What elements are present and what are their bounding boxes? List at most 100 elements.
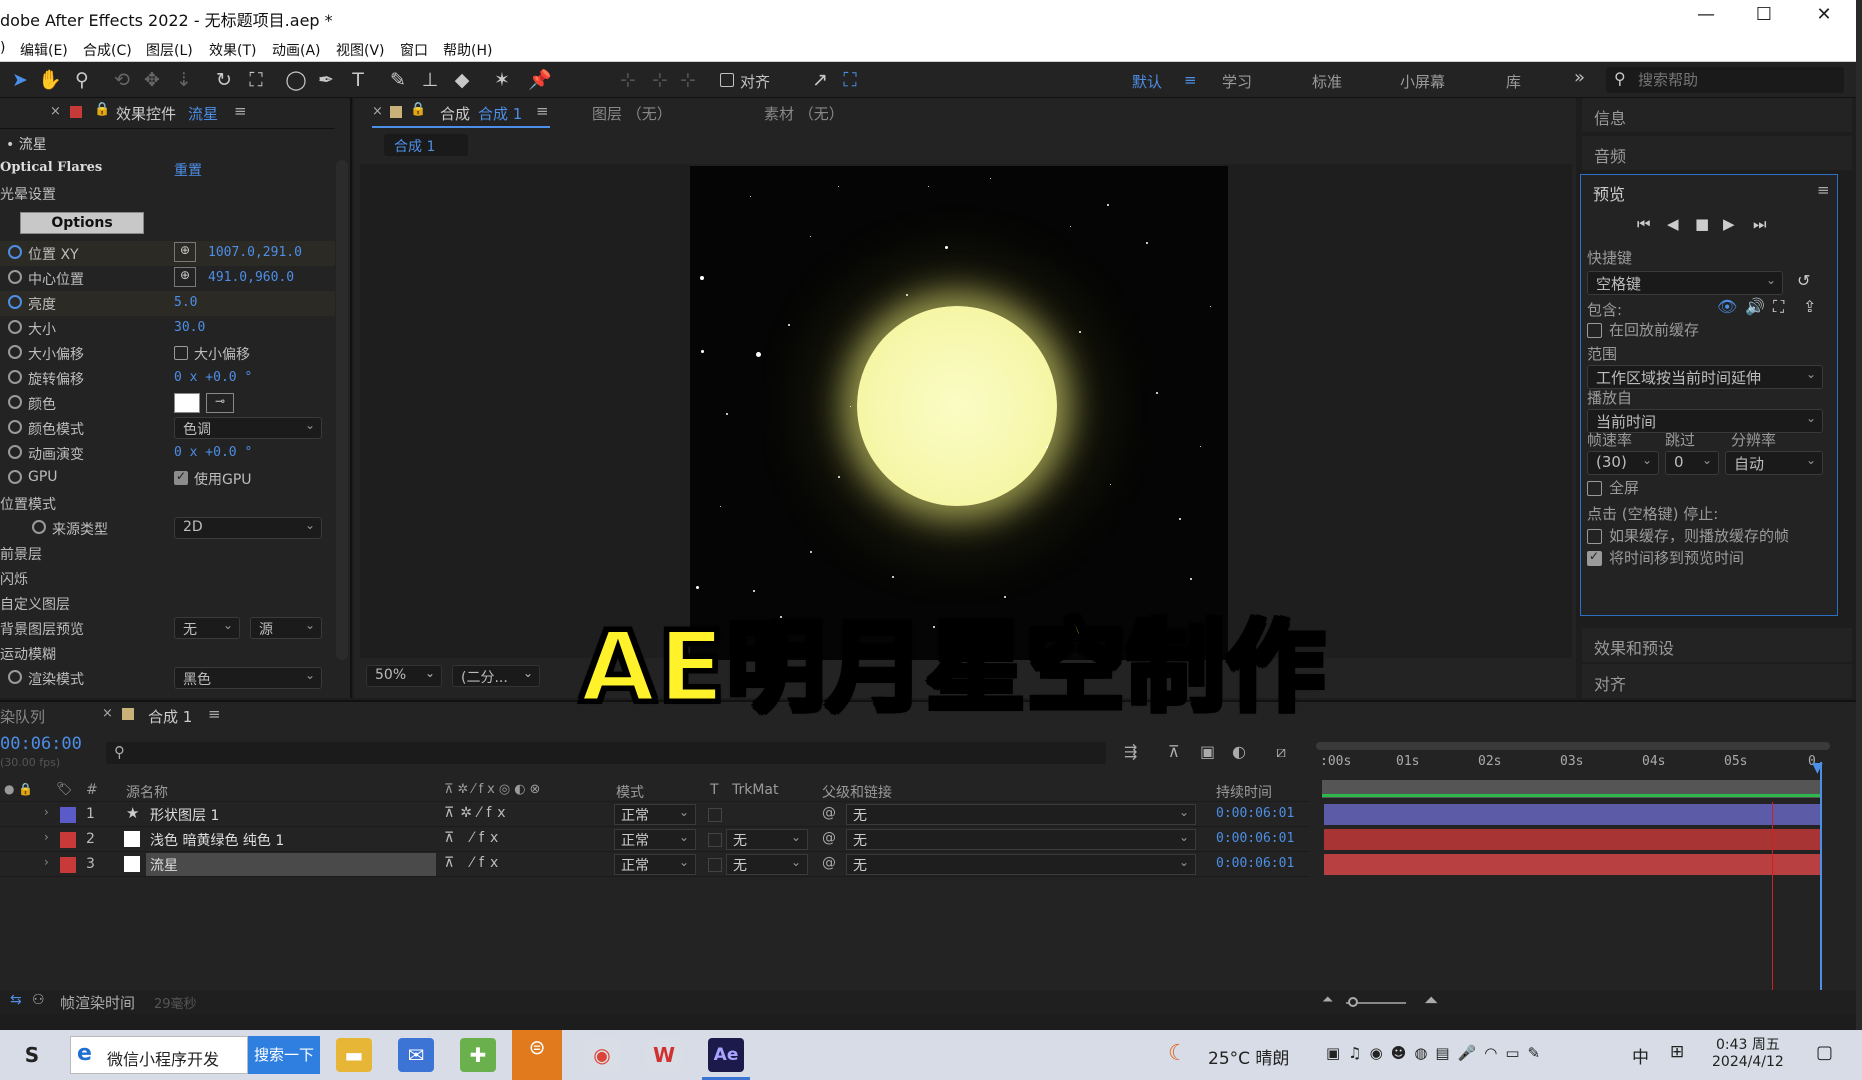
weather-text[interactable]: 25°C 晴朗: [1208, 1044, 1289, 1069]
lock-icon[interactable]: 🔒: [94, 102, 110, 117]
render-queue-tab[interactable]: 染队列: [0, 706, 45, 727]
use-gpu-checkbox[interactable]: [174, 469, 188, 485]
fullscreen-checkbox[interactable]: [1587, 481, 1602, 496]
prop-value[interactable]: 0 x +0.0 °: [174, 370, 252, 385]
tray-icons[interactable]: ▣♫◉☻◍▤🎤◠▭✎: [1326, 1044, 1548, 1062]
file-explorer-icon[interactable]: ▬: [336, 1038, 372, 1072]
blend-mode-dropdown[interactable]: 正常 ⌄: [614, 829, 696, 850]
prop-value[interactable]: 491.0,960.0: [208, 270, 294, 285]
menu-item-file-stub[interactable]: ): [0, 40, 5, 56]
custom-layer-label[interactable]: 自定义图层: [0, 594, 70, 614]
layer-duration[interactable]: 0:00:06:01: [1216, 831, 1294, 846]
layer-duration[interactable]: 0:00:06:01: [1216, 856, 1294, 871]
axis-world-icon[interactable]: ⊹: [648, 68, 672, 92]
start-logo-icon[interactable]: S: [14, 1038, 50, 1072]
foreground-layer-label[interactable]: 前景层: [0, 544, 42, 564]
taskbar-search[interactable]: e 微信小程序开发: [70, 1036, 248, 1074]
roto-brush-tool-icon[interactable]: ✶: [490, 68, 514, 92]
zoom-tool-icon[interactable]: ⚲: [70, 68, 94, 92]
position-mode-label[interactable]: 位置模式: [0, 494, 56, 514]
zoom-dropdown[interactable]: 50% ⌄: [366, 665, 442, 687]
source-name-header[interactable]: 源名称: [126, 782, 168, 802]
playhead-line[interactable]: [1820, 762, 1822, 1002]
help-search-input[interactable]: [1638, 69, 1838, 91]
reset-link[interactable]: 重置: [174, 160, 202, 180]
layer-row[interactable]: › 1 ★ 形状图层 1 ⊼✲⁄fx 正常 ⌄ @ 无 ⌄ 0:00:06:01: [0, 802, 1310, 827]
selection-tool-icon[interactable]: ➤: [8, 68, 32, 92]
prop-gpu[interactable]: GPU 使用GPU: [0, 466, 335, 491]
prop-value[interactable]: 0 x +0.0 °: [174, 445, 252, 460]
trkmat-dropdown[interactable]: 无 ⌄: [726, 829, 808, 850]
prop-animation-evolution[interactable]: 动画演变 0 x +0.0 °: [0, 441, 335, 466]
layer-switches[interactable]: ⊼ ⁄fx: [444, 855, 504, 871]
zoom-slider-thumb[interactable]: [1348, 997, 1358, 1007]
pick-whip-icon[interactable]: @: [822, 855, 836, 871]
prop-value[interactable]: 30.0: [174, 320, 205, 335]
layer-duration-bar[interactable]: [1324, 854, 1822, 875]
preserve-transparency-checkbox[interactable]: [708, 808, 722, 822]
stopwatch-icon[interactable]: [8, 245, 22, 259]
close-button[interactable]: ✕: [1804, 4, 1844, 30]
zoom-out-icon[interactable]: ⏶: [1322, 992, 1333, 1008]
pen-tool-icon[interactable]: ✒: [314, 68, 338, 92]
stopwatch-icon[interactable]: [8, 270, 22, 284]
effect-name[interactable]: Optical Flares: [0, 160, 102, 175]
mail-icon[interactable]: ✉: [398, 1038, 434, 1072]
prop-color[interactable]: 颜色 ⊸: [0, 391, 335, 416]
motion-blur-label[interactable]: 运动模糊: [0, 644, 56, 664]
include-video-icon[interactable]: 👁: [1717, 297, 1737, 316]
stopwatch-icon[interactable]: [8, 370, 22, 384]
prop-color-mode[interactable]: 颜色模式 色调 ⌄: [0, 416, 335, 441]
prop-size[interactable]: 大小 30.0: [0, 316, 335, 341]
after-effects-icon[interactable]: Ae: [708, 1038, 744, 1072]
puppet-pin-tool-icon[interactable]: 📌: [528, 68, 552, 92]
browser-360-icon[interactable]: ⊜: [512, 1030, 562, 1080]
bg-preview-dropdown[interactable]: 无 ⌄: [174, 617, 240, 639]
hand-tool-icon[interactable]: ✋: [38, 68, 62, 92]
layer-row[interactable]: › 2 浅色 暗黄绿色 纯色 1 ⊼ ⁄fx 正常 ⌄ 无 ⌄ @ 无 ⌄ 0:00:…: [0, 827, 1310, 852]
dolly-camera-icon[interactable]: ⇣: [172, 68, 196, 92]
include-overlays-icon[interactable]: ⛶: [1773, 297, 1784, 317]
stopwatch-icon[interactable]: [8, 445, 22, 459]
snap-checkbox[interactable]: [720, 73, 734, 87]
workspace-standard[interactable]: 标准: [1312, 71, 1342, 92]
resolution-dropdown[interactable]: (二分... ⌄: [452, 665, 540, 687]
prop-render-mode[interactable]: 渲染模式 黑色 ⌄: [0, 666, 335, 691]
stopwatch-icon[interactable]: [8, 320, 22, 334]
skip-dropdown[interactable]: 0 ⌄: [1665, 451, 1719, 475]
move-time-checkbox[interactable]: [1587, 549, 1602, 566]
work-area-bar[interactable]: [1316, 742, 1830, 750]
if-cached-checkbox[interactable]: [1587, 529, 1602, 544]
help-search[interactable]: ⚲: [1606, 67, 1844, 93]
axis-view-icon[interactable]: ⊹: [676, 68, 700, 92]
comp-mini-flowchart-icon[interactable]: ⇶: [1124, 742, 1137, 761]
render-mode-dropdown[interactable]: 黑色 ⌄: [174, 667, 322, 689]
menu-item-layer[interactable]: 图层(L): [146, 40, 193, 60]
menu-item-view[interactable]: 视图(V): [336, 40, 385, 60]
ellipse-tool-icon[interactable]: ◯: [284, 68, 308, 92]
workspace-menu-icon[interactable]: ≡: [1184, 71, 1197, 89]
expand-chevron-icon[interactable]: ›: [44, 805, 49, 819]
layer-switches[interactable]: ⊼✲⁄fx: [444, 805, 512, 821]
bg-source-dropdown[interactable]: 源 ⌄: [250, 617, 322, 639]
stopwatch-icon[interactable]: [8, 295, 22, 309]
prop-source-type[interactable]: 来源类型 2D ⌄: [0, 516, 335, 541]
panel-menu-icon[interactable]: ≡: [208, 705, 221, 723]
axis-local-icon[interactable]: ⊹: [616, 68, 640, 92]
app-tiles-icon[interactable]: ✚: [460, 1038, 496, 1072]
previous-frame-icon[interactable]: ◀: [1667, 215, 1679, 233]
include-audio-icon[interactable]: 🔊: [1745, 297, 1765, 316]
stopwatch-icon[interactable]: [8, 345, 22, 359]
anchor-point-tool-icon[interactable]: ⛶: [244, 68, 268, 92]
close-tab-icon[interactable]: ×: [50, 104, 61, 119]
zoom-in-icon[interactable]: ⏶: [1424, 990, 1438, 1011]
lock-icon[interactable]: 🔒: [410, 102, 426, 117]
layer-name[interactable]: 浅色 暗黄绿色 纯色 1: [150, 830, 284, 850]
expand-chevron-icon[interactable]: ›: [44, 855, 49, 869]
stopwatch-icon[interactable]: [8, 395, 22, 409]
audio-panel-header[interactable]: 音频: [1582, 136, 1852, 170]
snap-grid-icon[interactable]: ⛶: [838, 68, 862, 92]
layer-name[interactable]: 流星: [150, 855, 178, 875]
rotate-tool-icon[interactable]: ↻: [212, 68, 236, 92]
last-frame-icon[interactable]: ⏭: [1753, 215, 1767, 233]
